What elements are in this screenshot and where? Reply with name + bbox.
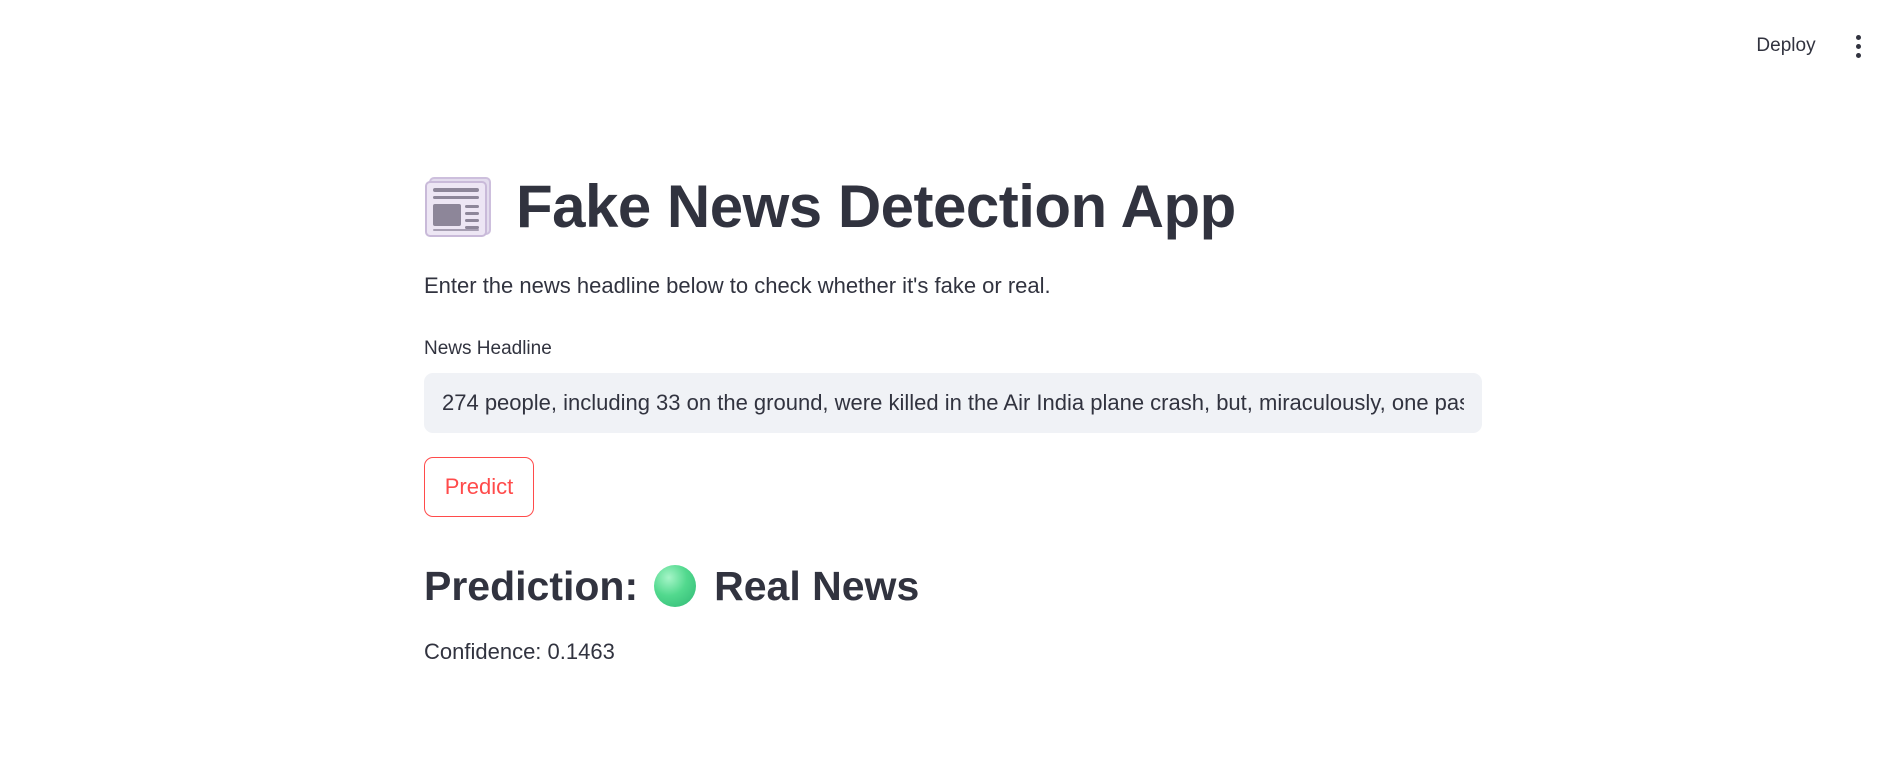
- page-description: Enter the news headline below to check w…: [424, 273, 1051, 298]
- news-headline-label: News Headline: [424, 338, 552, 359]
- green-circle-icon: [654, 565, 697, 607]
- page-title-row: Fake News Detection App: [424, 166, 1236, 246]
- deploy-button[interactable]: Deploy: [1742, 30, 1830, 62]
- more-vertical-icon[interactable]: [1848, 32, 1868, 60]
- confidence-text: Confidence: 0.1463: [424, 639, 615, 664]
- news-headline-input[interactable]: [424, 373, 1482, 433]
- predict-button[interactable]: Predict: [424, 457, 534, 517]
- prediction-result: Prediction: Real News: [424, 556, 919, 616]
- newspaper-icon: [425, 177, 491, 237]
- prediction-prefix: Prediction:: [424, 562, 639, 609]
- page-title: Fake News Detection App: [516, 172, 1236, 240]
- app-header: Deploy: [0, 0, 1881, 90]
- prediction-value: Real News: [714, 562, 920, 609]
